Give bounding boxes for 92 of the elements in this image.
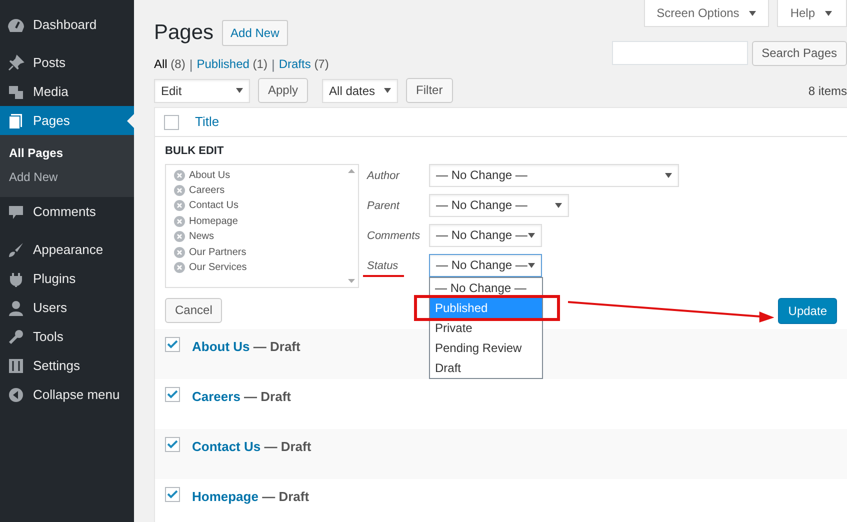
filter-link[interactable]: Published (1): [196, 55, 268, 74]
caret-icon: [528, 232, 535, 238]
menu-item[interactable]: Pages: [0, 106, 134, 135]
menu-item[interactable]: Comments: [0, 197, 134, 226]
field-label: Comments: [367, 230, 420, 242]
checkbox[interactable]: [164, 114, 179, 130]
page-list-item: News: [189, 230, 214, 244]
help-tab[interactable]: Help: [777, 0, 847, 27]
bulk-action-select[interactable]: Edit: [154, 78, 250, 102]
remove-icon: [174, 216, 185, 227]
brush-icon: [7, 240, 25, 258]
submenu-item[interactable]: Add New: [0, 165, 134, 189]
remove-icon: [174, 246, 185, 258]
remove-icon: [174, 170, 185, 181]
caret-icon: [749, 10, 756, 16]
cancel-button[interactable]: Cancel: [165, 298, 222, 323]
checkbox[interactable]: [165, 337, 180, 352]
page-list-item: Careers: [189, 184, 225, 198]
dropdown-option[interactable]: — No Change —: [430, 278, 542, 298]
row-title: Careers — Draft: [192, 388, 291, 406]
submenu-item[interactable]: All Pages: [0, 141, 134, 165]
field-select[interactable]: — No Change —: [429, 164, 679, 186]
check-icon: [167, 340, 178, 349]
row-title: Homepage — Draft: [192, 488, 310, 506]
page-title-link[interactable]: Careers: [192, 389, 240, 404]
remove-icon: [174, 200, 185, 212]
dropdown-option[interactable]: Private: [430, 318, 542, 338]
remove-icon: [174, 231, 185, 242]
field-select[interactable]: — No Change —: [429, 194, 569, 216]
caret-icon: [384, 88, 392, 93]
item-count: 8 items: [808, 82, 847, 100]
scroll-down-icon: [348, 278, 355, 282]
check-icon: [167, 490, 178, 499]
pages-icon: [7, 112, 25, 130]
add-new-button[interactable]: Add New: [222, 20, 288, 46]
pin-icon: [7, 54, 25, 72]
column-header[interactable]: Title: [195, 112, 220, 132]
page-title-link[interactable]: Homepage: [192, 489, 258, 504]
person-icon: [7, 298, 25, 316]
dropdown-option[interactable]: Draft: [430, 358, 542, 378]
page-list-item: Homepage: [189, 214, 238, 229]
menu-item[interactable]: Posts: [0, 48, 134, 77]
caret-icon: [825, 10, 832, 16]
annotation-underline: [363, 275, 404, 278]
checkbox[interactable]: [165, 487, 180, 502]
search-field[interactable]: [612, 40, 748, 65]
screen-options-tab[interactable]: Screen Options: [644, 0, 770, 27]
row-title: Contact Us — Draft: [192, 438, 312, 456]
page-title: Pages: [154, 20, 214, 46]
separator: |: [271, 56, 275, 74]
filter-link[interactable]: All (8): [154, 55, 186, 74]
caret-icon: [528, 262, 535, 268]
check-icon: [167, 390, 178, 399]
apply-button[interactable]: Apply: [258, 78, 308, 103]
dropdown-option[interactable]: Pending Review: [430, 338, 542, 358]
filter-button[interactable]: Filter: [406, 78, 453, 103]
menu-item[interactable]: Media: [0, 77, 134, 106]
page-list-item: Contact Us: [189, 199, 238, 214]
wrench-icon: [7, 328, 25, 346]
page-list-item: Our Partners: [189, 246, 246, 260]
field-label: Author: [367, 170, 400, 182]
checkbox[interactable]: [165, 437, 180, 452]
menu-item[interactable]: Plugins: [0, 264, 134, 293]
scroll-up-icon: [348, 168, 355, 172]
row-title: About Us — Draft: [192, 338, 300, 356]
field-select[interactable]: — No Change —: [429, 254, 542, 276]
bulk-edit-title: BULK EDIT: [165, 144, 225, 159]
date-select[interactable]: All dates: [322, 78, 398, 102]
field-label: Status: [367, 260, 398, 272]
update-button[interactable]: Update: [778, 298, 837, 324]
remove-icon: [174, 262, 185, 274]
filter-link[interactable]: Drafts (7): [278, 55, 329, 74]
caret-icon: [555, 202, 562, 208]
search-pages-button[interactable]: Search Pages: [752, 40, 847, 66]
field-label: Parent: [367, 200, 400, 212]
menu-item[interactable]: Settings: [0, 351, 134, 380]
page-title-link[interactable]: Contact Us: [192, 439, 261, 454]
checkbox[interactable]: [165, 387, 180, 402]
caret-icon: [665, 172, 672, 178]
page-list-item: About Us: [189, 168, 230, 183]
caret-icon: [236, 88, 243, 93]
menu-item[interactable]: Dashboard: [0, 10, 134, 39]
remove-icon: [174, 185, 185, 196]
menu-item[interactable]: Tools: [0, 322, 134, 351]
separator: |: [189, 56, 193, 74]
menu-item[interactable]: Appearance: [0, 235, 134, 264]
page-list-item: Our Services: [189, 261, 247, 276]
page-title-link[interactable]: About Us: [192, 339, 250, 354]
field-select[interactable]: — No Change —: [429, 224, 542, 246]
menu-item[interactable]: Collapse menu: [0, 380, 134, 409]
check-icon: [167, 440, 178, 449]
menu-item[interactable]: Users: [0, 293, 134, 322]
